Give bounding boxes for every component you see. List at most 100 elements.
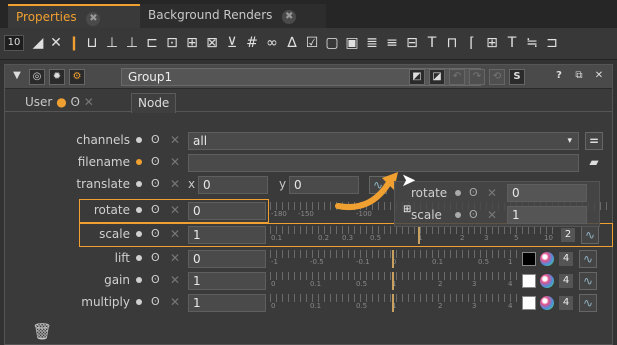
- tool-icon-20[interactable]: ≒: [524, 35, 540, 51]
- eye-icon[interactable]: ʘ: [151, 155, 160, 168]
- multiply-field[interactable]: 1: [188, 294, 266, 312]
- gain-slider[interactable]: 0 0.1 0.5 1 2 3 4: [270, 272, 518, 290]
- trash-icon[interactable]: 🗑: [32, 322, 52, 341]
- animation-dot-icon[interactable]: [136, 137, 142, 143]
- color-wheel-icon[interactable]: [540, 274, 554, 288]
- tool-icon-19[interactable]: T: [504, 35, 520, 51]
- eye-icon[interactable]: ʘ: [151, 227, 160, 240]
- tool-icon-14[interactable]: ≡: [384, 35, 400, 51]
- close-icon[interactable]: ✕: [84, 95, 94, 109]
- animation-dot-icon[interactable]: [136, 299, 142, 305]
- close-icon[interactable]: ✖: [282, 10, 297, 24]
- close-icon[interactable]: ✕: [170, 295, 180, 309]
- tab-user[interactable]: User ● ʘ ✕: [19, 93, 100, 112]
- tab-background-renders[interactable]: Background Renders ✖: [140, 4, 326, 28]
- close-icon[interactable]: ✕: [170, 273, 180, 287]
- node-count-field[interactable]: 10: [4, 35, 24, 51]
- close-icon[interactable]: ✕: [170, 133, 180, 147]
- text-icon[interactable]: T: [424, 35, 440, 51]
- lock-icon[interactable]: ❙: [66, 35, 82, 51]
- eye-icon[interactable]: ʘ: [151, 273, 160, 286]
- animation-dot-icon[interactable]: ●: [56, 95, 66, 109]
- float-icon[interactable]: ⧉: [571, 69, 587, 85]
- translate-x-field[interactable]: 0: [198, 176, 268, 194]
- channel-count-button[interactable]: 4: [559, 252, 573, 266]
- revert-icon[interactable]: ⟲: [489, 69, 505, 85]
- checkbox-icon[interactable]: ☑: [304, 35, 320, 51]
- float-panel-icon[interactable]: ✹: [49, 69, 65, 85]
- clear-panels-icon[interactable]: ✕: [48, 35, 64, 51]
- multiply-slider[interactable]: 0 0.1 0.5 1 2 3 4: [270, 294, 518, 312]
- center-node-icon[interactable]: ◎: [29, 69, 45, 85]
- gain-field[interactable]: 1: [188, 272, 266, 290]
- lift-field[interactable]: 0: [188, 250, 266, 268]
- tool-icon-3[interactable]: ⊥: [124, 35, 140, 51]
- redo-icon[interactable]: ↷: [469, 69, 485, 85]
- animation-dot-icon[interactable]: [136, 207, 142, 213]
- tool-icon-11[interactable]: ▢: [324, 35, 340, 51]
- curve-editor-icon[interactable]: ∿: [581, 226, 599, 244]
- animation-dot-icon[interactable]: [136, 159, 142, 165]
- tool-icon-9[interactable]: ∞: [264, 35, 280, 51]
- curve-editor-icon[interactable]: ∿: [579, 272, 597, 290]
- color-swatch[interactable]: [522, 274, 536, 288]
- help-button[interactable]: ?: [551, 69, 567, 85]
- slider-handle[interactable]: [392, 250, 394, 268]
- channel-count-button[interactable]: 4: [559, 274, 573, 288]
- gear-icon[interactable]: ⚙: [69, 69, 85, 85]
- close-icon[interactable]: ✕: [170, 177, 180, 191]
- tool-icon-8[interactable]: ⊻: [224, 35, 240, 51]
- s-button[interactable]: S: [509, 69, 525, 85]
- slider-handle[interactable]: [392, 272, 394, 290]
- color-icon-2[interactable]: ◪: [429, 69, 445, 85]
- eye-icon[interactable]: ʘ: [151, 203, 160, 216]
- eye-icon[interactable]: ʘ: [71, 95, 80, 109]
- folder-icon[interactable]: ▰: [585, 154, 603, 172]
- rotate-field[interactable]: 0: [188, 202, 266, 220]
- tool-icon-13[interactable]: ≣: [364, 35, 380, 51]
- eye-icon[interactable]: ʘ: [151, 177, 160, 190]
- close-icon[interactable]: ✕: [170, 251, 180, 265]
- color-wheel-icon[interactable]: [540, 252, 554, 266]
- channel-extra-button[interactable]: =: [585, 132, 603, 150]
- tool-icon-16[interactable]: ⊓: [444, 35, 460, 51]
- collapse-icon[interactable]: ▼: [9, 69, 25, 85]
- tool-icon-18[interactable]: ⊞: [484, 35, 500, 51]
- tool-icon-2[interactable]: ⊥: [104, 35, 120, 51]
- undo-icon[interactable]: ↶: [449, 69, 465, 85]
- close-icon[interactable]: ✕: [170, 227, 180, 241]
- close-icon[interactable]: ✖: [86, 12, 101, 26]
- tool-icon-17[interactable]: ⌈: [464, 35, 480, 51]
- scale-slider[interactable]: 0.1 0.2 0.3 0.5 1 2 3 5 10: [270, 226, 558, 244]
- tab-properties[interactable]: Properties ✖: [8, 4, 152, 30]
- lift-slider[interactable]: -1 -0.5 -0.1 0 0.1 0.5 1: [270, 250, 518, 268]
- tool-icon-1[interactable]: ⊔: [84, 35, 100, 51]
- tool-icon-6[interactable]: ⊞: [184, 35, 200, 51]
- close-icon[interactable]: ✕: [170, 203, 180, 217]
- slider-handle[interactable]: [418, 226, 420, 244]
- channels-dropdown[interactable]: all ▾: [188, 132, 579, 150]
- tool-icon-7[interactable]: ⊠: [204, 35, 220, 51]
- tool-icon-4[interactable]: ⊏: [144, 35, 160, 51]
- color-wheel-icon[interactable]: [540, 296, 554, 310]
- eye-icon[interactable]: ʘ: [151, 133, 160, 146]
- color-icon-1[interactable]: ◩: [409, 69, 425, 85]
- channel-count-button[interactable]: 2: [561, 228, 575, 242]
- animation-dot-icon[interactable]: [136, 255, 142, 261]
- tool-icon-15[interactable]: ⊟: [404, 35, 420, 51]
- animation-dot-icon[interactable]: [136, 277, 142, 283]
- slider-handle[interactable]: [392, 294, 394, 312]
- curve-editor-icon[interactable]: ∿: [579, 250, 597, 268]
- node-name-field[interactable]: Group1: [121, 68, 481, 86]
- hash-icon[interactable]: #: [244, 35, 260, 51]
- tool-icon-5[interactable]: ⊡: [164, 35, 180, 51]
- channel-count-button[interactable]: 4: [559, 296, 573, 310]
- color-swatch[interactable]: [522, 296, 536, 310]
- tool-icon-21[interactable]: ⊐: [544, 35, 560, 51]
- tab-node[interactable]: Node: [131, 93, 177, 113]
- close-icon[interactable]: ✕: [591, 69, 607, 85]
- tool-icon-12[interactable]: ▣: [344, 35, 360, 51]
- pin-icon[interactable]: ◢: [30, 35, 46, 51]
- scale-field[interactable]: 1: [188, 226, 266, 244]
- eye-icon[interactable]: ʘ: [151, 295, 160, 308]
